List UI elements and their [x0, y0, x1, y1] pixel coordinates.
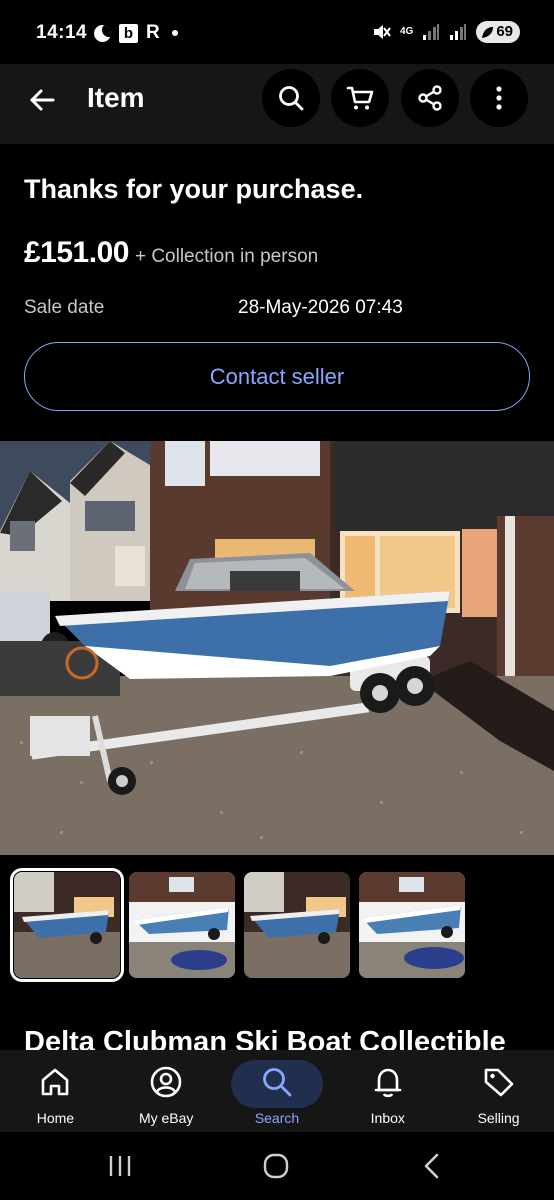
mute-icon	[373, 25, 391, 39]
r-badge-icon: R	[146, 22, 160, 43]
status-time: 14:14	[36, 22, 88, 43]
purchase-summary: Thanks for your purchase. £151.00 + Coll…	[0, 144, 554, 441]
leaf-icon	[482, 26, 494, 38]
search-icon	[259, 1064, 295, 1100]
delivery-method: + Collection in person	[134, 246, 319, 267]
tab-inbox[interactable]: Inbox	[332, 1050, 443, 1132]
contact-seller-button[interactable]: Contact seller	[24, 342, 530, 411]
chevron-left-icon	[424, 1153, 439, 1179]
moon-icon	[94, 24, 111, 42]
b-badge-icon: b	[119, 23, 138, 43]
recent-apps-icon	[109, 1156, 131, 1176]
sale-date-value: 28-May-2026 07:43	[238, 297, 403, 318]
bell-icon	[370, 1064, 406, 1100]
battery-indicator: 69	[476, 21, 520, 43]
back-system-button[interactable]	[412, 1152, 452, 1180]
tab-label: My eBay	[138, 1110, 194, 1126]
home-icon	[37, 1064, 73, 1100]
system-navigation-bar	[0, 1132, 554, 1200]
tab-my-ebay[interactable]: My eBay	[111, 1050, 222, 1132]
thumbnail-1[interactable]	[10, 868, 124, 982]
thumbnail-4[interactable]	[359, 872, 465, 978]
item-title: Delta Clubman Ski Boat Collectible	[24, 1026, 506, 1052]
tab-label: Home	[36, 1110, 75, 1126]
tab-label: Selling	[477, 1110, 520, 1126]
thumbnail-image	[244, 872, 350, 978]
user-icon	[148, 1064, 184, 1100]
tab-home[interactable]: Home	[0, 1050, 111, 1132]
notification-dot-icon	[171, 30, 178, 36]
recent-apps-button[interactable]	[100, 1152, 140, 1180]
back-arrow-icon	[30, 89, 55, 111]
signal-icon-2	[450, 24, 467, 40]
signal-icon	[423, 24, 440, 40]
search-icon	[279, 86, 304, 111]
status-left-icons: b R	[94, 22, 178, 44]
cart-button[interactable]	[331, 69, 389, 127]
bottom-tab-bar: Home My eBay Search Inbox Selling	[0, 1050, 554, 1132]
home-system-button[interactable]	[256, 1152, 296, 1180]
tag-icon	[481, 1064, 517, 1100]
back-button[interactable]	[22, 80, 62, 120]
purchase-thanks-heading: Thanks for your purchase.	[24, 174, 364, 204]
search-button[interactable]	[262, 69, 320, 127]
tab-selling[interactable]: Selling	[443, 1050, 554, 1132]
status-bar: 14:14 b R 4G 69	[0, 0, 554, 64]
page-title: Item	[87, 82, 145, 113]
tab-search[interactable]: Search	[222, 1050, 333, 1132]
thumbnail-image	[359, 872, 465, 978]
price-row: £151.00 + Collection in person	[24, 236, 318, 270]
sale-date-label: Sale date	[24, 297, 105, 318]
thumbnail-image	[14, 872, 120, 978]
tab-label: Search	[254, 1110, 300, 1126]
network-type: 4G	[399, 26, 414, 37]
thumbnail-3[interactable]	[244, 872, 350, 978]
share-icon	[418, 85, 442, 111]
boat-photo-image	[0, 441, 554, 855]
thumbnail-image	[129, 872, 235, 978]
tab-label: Inbox	[370, 1110, 405, 1126]
price: £151.00	[24, 236, 129, 269]
more-vertical-icon	[496, 86, 502, 110]
top-nav: Item	[0, 64, 554, 144]
thumbnail-2[interactable]	[129, 872, 235, 978]
thumbnail-strip	[10, 868, 465, 982]
more-options-button[interactable]	[470, 69, 528, 127]
status-right-icons: 4G 69	[371, 21, 520, 43]
item-main-photo[interactable]	[0, 441, 554, 855]
home-circle-icon	[263, 1153, 289, 1179]
cart-icon	[346, 86, 374, 110]
battery-level: 69	[496, 23, 513, 40]
share-button[interactable]	[401, 69, 459, 127]
